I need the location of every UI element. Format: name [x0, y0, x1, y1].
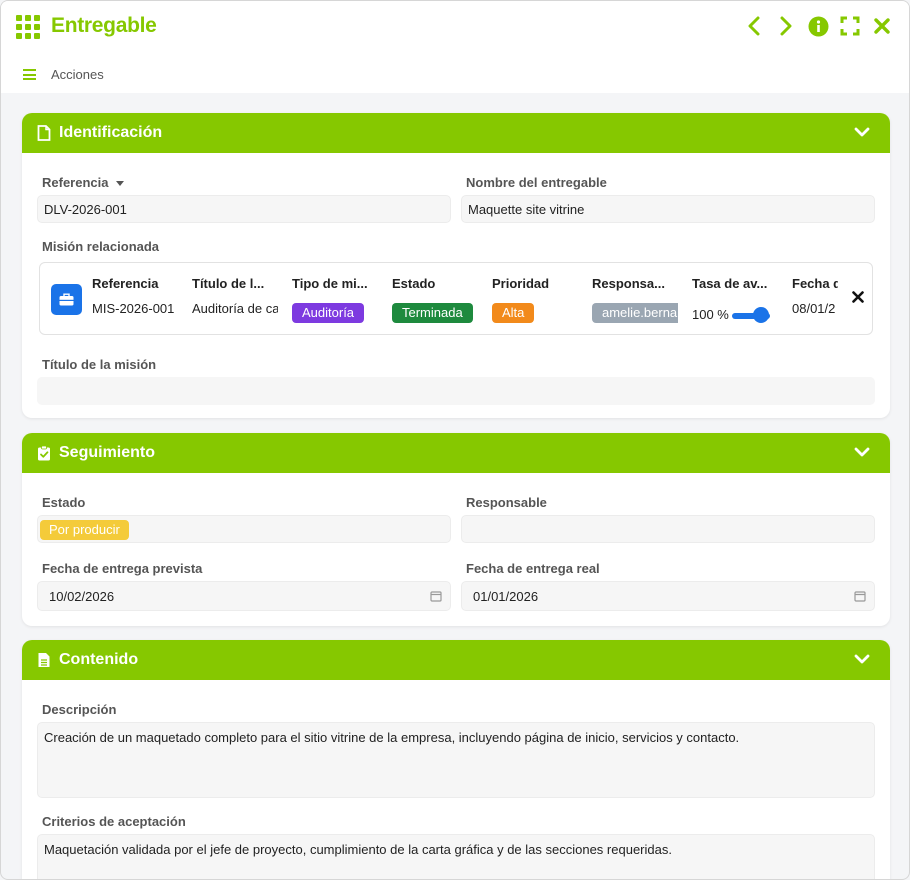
estado-label: Estado [42, 495, 86, 510]
col-header-tasa[interactable]: Tasa de av... [692, 276, 782, 291]
fecha-prevista-value: 10/02/2026 [49, 589, 115, 604]
titulo-mision-field[interactable] [37, 377, 875, 405]
remove-mission-icon[interactable] [852, 291, 864, 303]
titulo-mision-label: Título de la misión [42, 357, 157, 372]
section-header-contenido[interactable]: Contenido [22, 640, 890, 680]
responsable-label: Responsable [466, 495, 547, 510]
fecha-real-label: Fecha de entrega real [466, 561, 600, 576]
calendar-icon[interactable] [854, 590, 866, 602]
mission-titulo: Auditoría de ca [192, 301, 278, 316]
info-icon[interactable] [807, 15, 829, 37]
section-header-identificacion[interactable]: Identificación [22, 113, 890, 153]
col-header-fecha[interactable]: Fecha d [792, 276, 838, 291]
col-header-titulo[interactable]: Título de l... [192, 276, 282, 291]
progress-slider-knob [753, 307, 769, 323]
fecha-prevista-field[interactable]: 10/02/2026 [37, 581, 451, 611]
close-icon[interactable] [871, 15, 893, 37]
responsable-field[interactable] [461, 515, 875, 543]
mission-fecha: 08/01/2 [792, 301, 836, 316]
fecha-prevista-label: Fecha de entrega prevista [42, 561, 203, 576]
descripcion-textarea[interactable]: Creación de un maquetado completo para e… [37, 722, 875, 798]
title-bar: Entregable [1, 1, 909, 55]
caret-down-icon[interactable] [116, 181, 125, 187]
grid-apps-icon[interactable] [16, 15, 40, 39]
file-text-icon [38, 653, 50, 667]
nombre-label: Nombre del entregable [466, 175, 607, 190]
mission-card[interactable]: Referencia Título de l... Tipo de mi... … [39, 262, 873, 335]
chevron-down-icon[interactable] [854, 653, 870, 665]
mission-estado-badge: Terminada [392, 303, 473, 323]
fullscreen-icon[interactable] [839, 15, 861, 37]
actions-menu[interactable]: Acciones [51, 67, 104, 82]
col-header-responsable[interactable]: Responsa... [592, 276, 682, 291]
chevron-left-icon[interactable] [743, 15, 765, 37]
briefcase-icon [51, 284, 82, 315]
hamburger-menu-icon[interactable] [23, 69, 36, 80]
deliverable-window: Entregable Acciones Identificación Refer… [0, 0, 910, 880]
mission-referencia: MIS-2026-001 [92, 301, 175, 316]
clipboard-check-icon [38, 445, 50, 461]
col-header-estado[interactable]: Estado [392, 276, 482, 291]
chevron-down-icon[interactable] [854, 446, 870, 458]
mission-tipo-badge: Auditoría [292, 303, 365, 323]
criterios-label: Criterios de aceptación [42, 814, 186, 829]
mission-tasa: 100 % [692, 307, 729, 322]
section-title: Identificación [59, 124, 163, 141]
actions-bar: Acciones [1, 55, 909, 93]
section-title: Seguimiento [59, 444, 156, 461]
nombre-field[interactable]: Maquette site vitrine [461, 195, 875, 223]
estado-badge: Por producir [40, 520, 129, 540]
mision-label: Misión relacionada [42, 239, 160, 254]
mission-responsable-badge: amelie.bernard [592, 303, 678, 323]
criterios-textarea[interactable]: Maquetación validada por el jefe de proy… [37, 834, 875, 879]
window-title: Entregable [51, 14, 157, 37]
referencia-field[interactable]: DLV-2026-001 [37, 195, 451, 223]
col-header-referencia[interactable]: Referencia [92, 276, 182, 291]
section-identificacion: Identificación Referencia DLV-2026-001 N… [22, 113, 890, 418]
fecha-real-field[interactable]: 01/01/2026 [461, 581, 875, 611]
window-controls [743, 15, 893, 37]
estado-field[interactable]: Por producir [37, 515, 451, 543]
section-contenido: Contenido Descripción Creación de un maq… [22, 640, 890, 879]
descripcion-label: Descripción [42, 702, 117, 717]
mission-prioridad-badge: Alta [492, 303, 535, 323]
calendar-icon[interactable] [430, 590, 442, 602]
section-title: Contenido [59, 651, 139, 668]
col-header-prioridad[interactable]: Prioridad [492, 276, 582, 291]
referencia-label[interactable]: Referencia [42, 175, 125, 190]
section-seguimiento: Seguimiento Estado Por producir Responsa… [22, 433, 890, 626]
col-header-tipo[interactable]: Tipo de mi... [292, 276, 382, 291]
document-icon [37, 125, 51, 141]
chevron-down-icon[interactable] [854, 126, 870, 138]
chevron-right-icon[interactable] [775, 15, 797, 37]
section-header-seguimiento[interactable]: Seguimiento [22, 433, 890, 473]
fecha-real-value: 01/01/2026 [473, 589, 539, 604]
